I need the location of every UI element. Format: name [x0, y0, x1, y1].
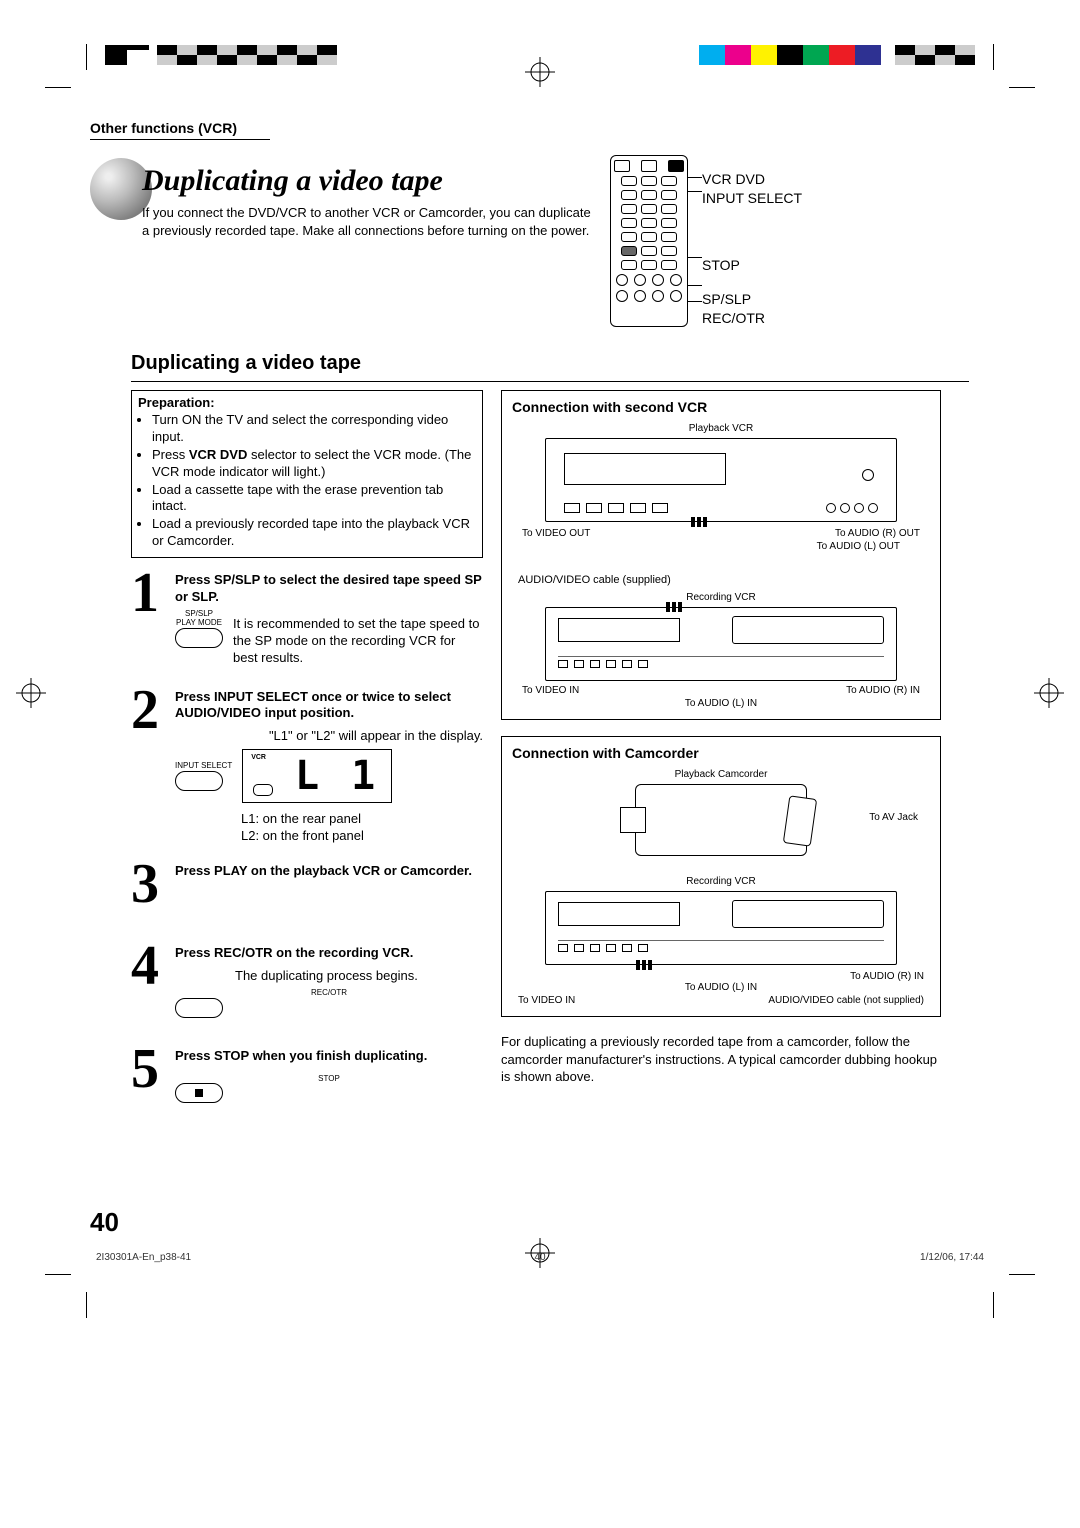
connection-title: Connection with second VCR [512, 399, 930, 415]
button-label: INPUT SELECT [175, 762, 232, 771]
playback-vcr-icon [545, 438, 897, 522]
register-mark-top [525, 57, 555, 87]
jack-label: To AUDIO (R) IN [850, 971, 924, 982]
footer-page: 40 [534, 1252, 545, 1263]
diagram-label: Playback VCR [512, 423, 930, 434]
sp-slp-button-icon [175, 628, 223, 648]
button-label: REC/OTR [175, 989, 483, 998]
recording-vcr-icon [545, 607, 897, 681]
intro-text: If you connect the DVD/VCR to another VC… [142, 204, 597, 239]
footer-timestamp: 1/12/06, 17:44 [920, 1252, 984, 1263]
step-head: Press PLAY on the playback VCR or Camcor… [175, 863, 483, 880]
step-4: 4 Press REC/OTR on the recording VCR. Th… [131, 945, 483, 1018]
step-head: Press REC/OTR on the recording VCR. [175, 945, 483, 962]
jack-label: To AV Jack [869, 812, 918, 823]
footer-filename: 2I30301A-En_p38-41 [96, 1252, 191, 1263]
document-page: Other functions (VCR) Duplicating a vide… [0, 0, 1080, 1528]
step-note: "L1" or "L2" will appear in the display. [175, 728, 483, 745]
diagram-label: Playback Camcorder [512, 769, 930, 780]
section-heading: Duplicating a video tape [131, 352, 969, 382]
left-column: Preparation: Turn ON the TV and select t… [131, 390, 483, 1103]
prep-item: Load a cassette tape with the erase prev… [152, 482, 476, 516]
step-note: The duplicating process begins. [235, 968, 483, 985]
prep-item: Load a previously recorded tape into the… [152, 516, 476, 550]
connection-camcorder-box: Connection with Camcorder Playback Camco… [501, 736, 941, 1017]
stop-icon [195, 1089, 203, 1097]
display-value: L 1 [295, 753, 379, 799]
prep-item: Press VCR DVD selector to select the VCR… [152, 447, 476, 481]
diagram-label: Recording VCR [512, 592, 930, 603]
button-label: PLAY MODE [175, 619, 223, 628]
step-number: 3 [131, 863, 167, 905]
step-number: 2 [131, 689, 167, 731]
step-2: 2 Press INPUT SELECT once or twice to se… [131, 689, 483, 845]
page-title: Duplicating a video tape [142, 164, 597, 198]
page-number: 40 [90, 1207, 119, 1238]
jack-label: To VIDEO OUT [522, 528, 590, 539]
input-select-button-icon [175, 771, 223, 791]
register-mark-right [1034, 678, 1064, 708]
remote-control-diagram: VCR DVD INPUT SELECT STOP SP/SLP REC/OTR [610, 155, 900, 327]
remote-icon [610, 155, 688, 327]
preparation-box: Preparation: Turn ON the TV and select t… [131, 390, 483, 558]
content-columns: Preparation: Turn ON the TV and select t… [131, 390, 969, 1103]
preparation-title: Preparation: [138, 395, 476, 410]
camcorder-icon [635, 784, 807, 856]
title-row: Duplicating a video tape If you connect … [90, 158, 597, 239]
jack-label: To AUDIO (L) IN [512, 982, 930, 993]
step-head: Press STOP when you finish duplicating. [175, 1048, 483, 1065]
step-head: Press SP/SLP to select the desired tape … [175, 572, 483, 606]
connection-vcr-box: Connection with second VCR Playback VCR … [501, 390, 941, 720]
step-note: L1: on the rear panel [241, 811, 483, 828]
jack-label: To AUDIO (L) OUT [512, 541, 900, 552]
footer: 2I30301A-En_p38-41 40 1/12/06, 17:44 [96, 1252, 984, 1263]
button-label: STOP [175, 1075, 483, 1084]
step-3: 3 Press PLAY on the playback VCR or Camc… [131, 863, 483, 905]
camcorder-paragraph: For duplicating a previously recorded ta… [501, 1033, 941, 1086]
step-note: It is recommended to set the tape speed … [233, 616, 483, 667]
prep-item: Turn ON the TV and select the correspond… [152, 412, 476, 446]
cable-label: AUDIO/VIDEO cable (supplied) [518, 574, 930, 586]
register-mark-left [16, 678, 46, 708]
jack-label: To AUDIO (R) IN [846, 685, 920, 696]
remote-label-input-select: INPUT SELECT [702, 190, 802, 207]
jack-label: To AUDIO (R) OUT [835, 528, 920, 539]
right-column: Connection with second VCR Playback VCR … [501, 390, 941, 1103]
breadcrumb: Other functions (VCR) [90, 120, 270, 140]
diagram-label: Recording VCR [512, 876, 930, 887]
remote-label-stop: STOP [702, 257, 802, 274]
step-number: 4 [131, 945, 167, 987]
rec-otr-button-icon [175, 998, 223, 1018]
step-1: 1 Press SP/SLP to select the desired tap… [131, 572, 483, 666]
step-head: Press INPUT SELECT once or twice to sele… [175, 689, 483, 723]
display-panel-icon: VCR L 1 [242, 749, 392, 803]
step-note: L2: on the front panel [241, 828, 483, 845]
step-5: 5 Press STOP when you finish duplicating… [131, 1048, 483, 1104]
jack-label: To VIDEO IN [518, 995, 575, 1006]
jack-label: To AUDIO (L) IN [512, 698, 930, 709]
cable-label: AUDIO/VIDEO cable (not supplied) [768, 995, 924, 1006]
remote-label-rec-otr: REC/OTR [702, 310, 802, 327]
step-number: 1 [131, 572, 167, 614]
remote-label-vcr-dvd: VCR DVD [702, 171, 802, 188]
step-number: 5 [131, 1048, 167, 1090]
connection-title: Connection with Camcorder [512, 745, 930, 761]
recording-vcr-icon [545, 891, 897, 965]
display-vcr-label: VCR [251, 754, 266, 761]
remote-label-sp-slp: SP/SLP [702, 291, 802, 308]
jack-label: To VIDEO IN [522, 685, 579, 696]
stop-button-icon [175, 1083, 223, 1103]
